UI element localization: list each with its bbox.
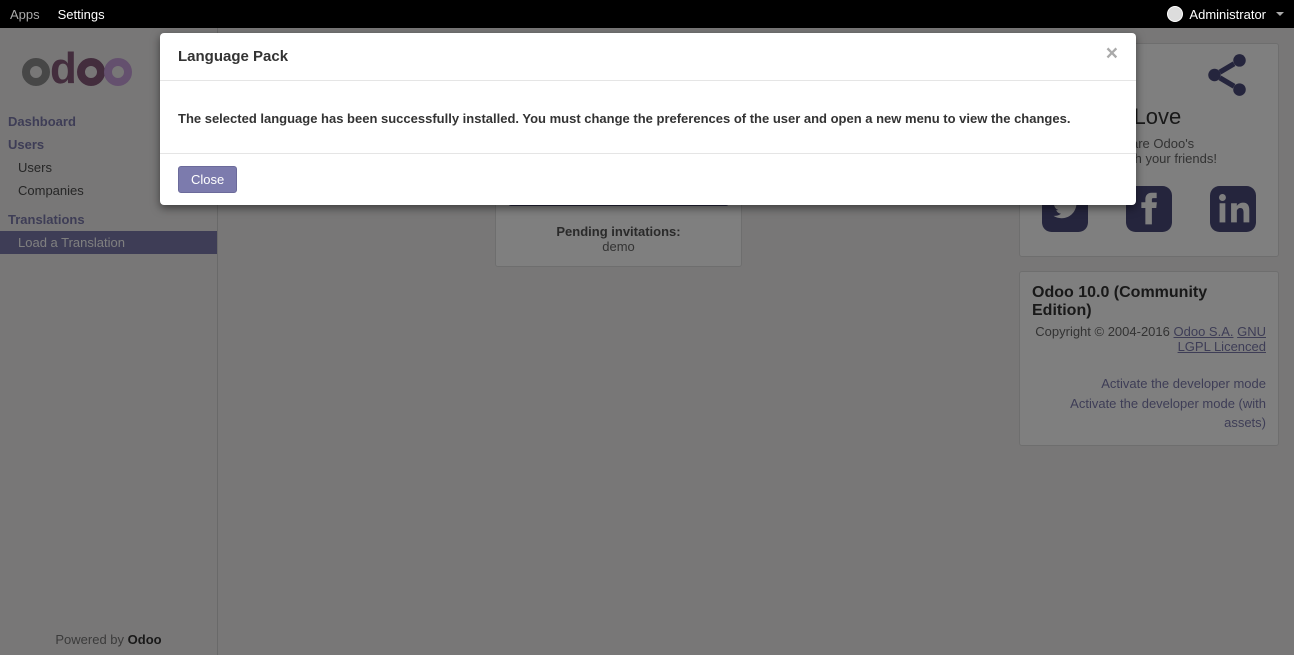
user-name: Administrator (1189, 7, 1266, 22)
close-icon[interactable]: × (1106, 48, 1118, 65)
modal-title: Language Pack (178, 48, 288, 65)
user-menu[interactable]: Administrator (1167, 6, 1284, 22)
close-button[interactable]: Close (178, 166, 237, 193)
nav-apps[interactable]: Apps (10, 7, 40, 22)
nav-settings[interactable]: Settings (58, 7, 105, 22)
caret-down-icon (1276, 12, 1284, 16)
avatar-icon (1167, 6, 1183, 22)
topbar: Apps Settings Administrator (0, 0, 1294, 28)
language-pack-modal: Language Pack × The selected language ha… (160, 33, 1136, 205)
modal-body: The selected language has been successfu… (160, 81, 1136, 153)
